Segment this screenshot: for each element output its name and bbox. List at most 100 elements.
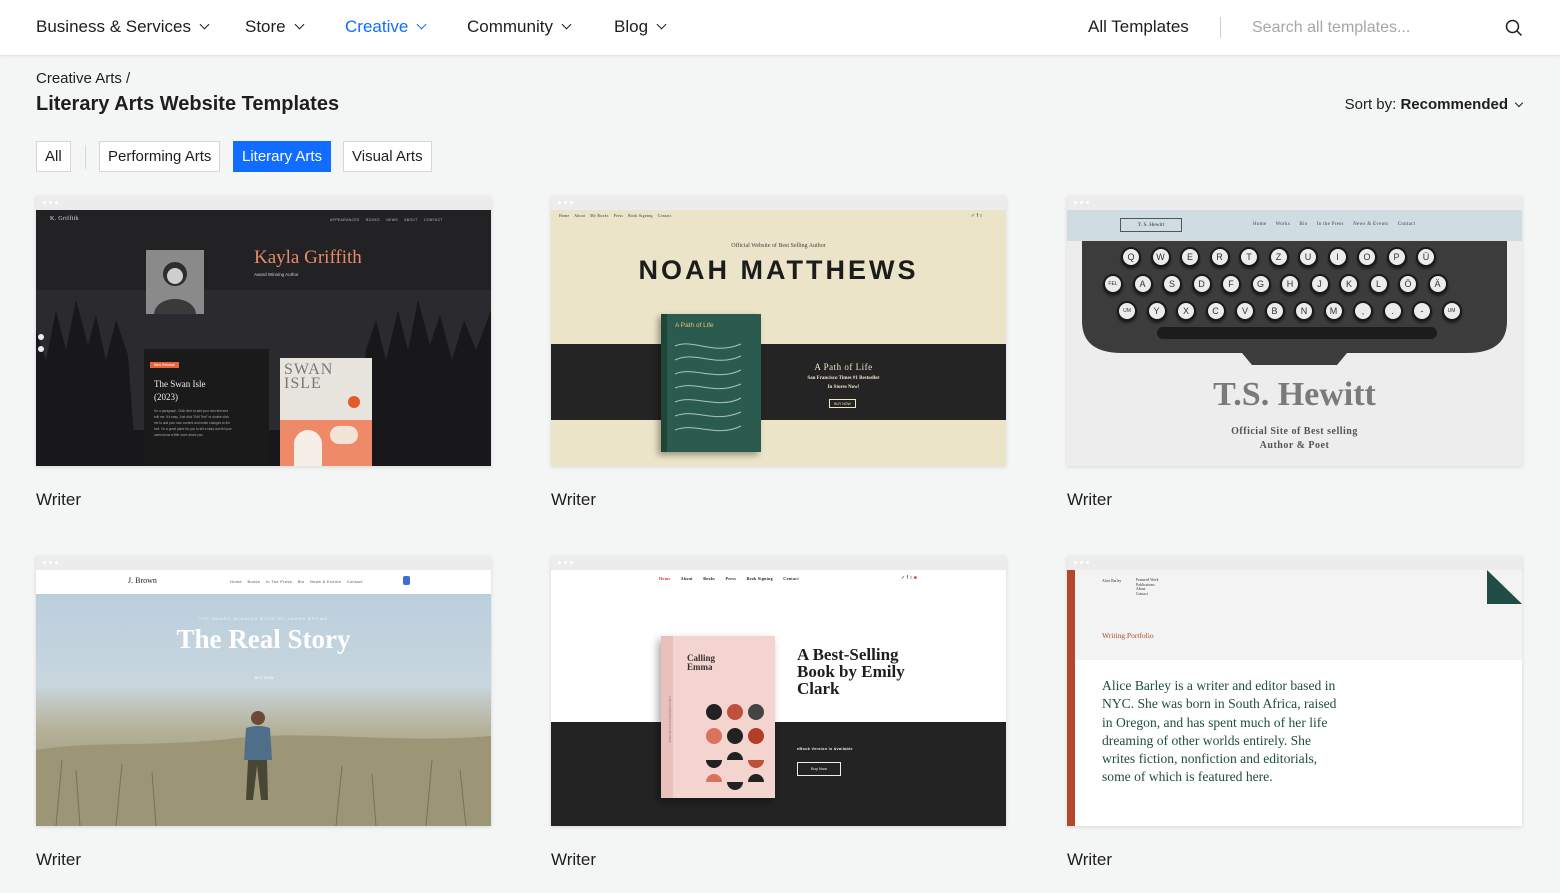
mini-nav-item: Contact xyxy=(1136,591,1148,596)
buy-now-button: BUY NOW xyxy=(254,675,274,680)
dark-band xyxy=(551,722,1006,826)
template-preview: K. Griffith APPEARANCES BOOKS NEWS ABOUT… xyxy=(36,210,491,466)
author-photo xyxy=(146,250,204,314)
mini-nav-item: News & Events xyxy=(1353,222,1389,227)
mini-nav-item: Home xyxy=(659,576,671,581)
dark-band xyxy=(551,344,1006,420)
typewriter-key: P xyxy=(1386,247,1407,267)
author-name: T.S. Hewitt xyxy=(1213,376,1376,413)
mini-nav-item: Book Signing xyxy=(746,576,773,581)
filter-divider xyxy=(85,145,86,169)
template-card[interactable]: T. S. Hewitt Home Works Bio In the Press… xyxy=(1067,196,1522,509)
filter-performing-arts[interactable]: Performing Arts xyxy=(99,141,221,172)
author-subtitle: Award Winning Author xyxy=(254,272,299,277)
nav-creative[interactable]: Creative xyxy=(345,17,427,37)
typewriter-key: D xyxy=(1191,274,1212,294)
typewriter-key: L xyxy=(1368,274,1389,294)
book-tagline: In Stores Now! xyxy=(827,385,860,390)
filter-visual-arts[interactable]: Visual Arts xyxy=(343,141,432,172)
nav-community[interactable]: Community xyxy=(467,17,572,37)
walking-man xyxy=(244,711,272,800)
chevron-down-icon xyxy=(561,19,572,30)
template-card[interactable]: K. Griffith APPEARANCES BOOKS NEWS ABOUT… xyxy=(36,196,491,509)
typewriter-key: H xyxy=(1280,274,1300,294)
filter-all[interactable]: All xyxy=(36,141,71,172)
filter-literary-arts[interactable]: Literary Arts xyxy=(233,141,332,172)
template-card[interactable]: Alice Barley Featured Work Publications … xyxy=(1067,556,1522,869)
book-tagline: San Francisco Times #1 Bestseller xyxy=(807,376,880,381)
author-name: Kayla Griffith xyxy=(254,247,362,268)
typewriter-key: Ü xyxy=(1416,247,1436,267)
author-subtitle: Author & Poet xyxy=(1259,440,1330,451)
hero-kicker: Official Website of Best Selling Author xyxy=(731,243,826,249)
book-spine-text: A Best-Selling Book by Emily Clark xyxy=(668,696,672,743)
nav-business-services[interactable]: Business & Services xyxy=(36,17,210,37)
typewriter-key: M xyxy=(1323,301,1344,321)
card-label: Writer xyxy=(36,850,82,869)
template-thumbnail[interactable]: J. Brown Home Books In The Press Bio New… xyxy=(36,556,491,826)
typewriter-key: K xyxy=(1339,274,1359,294)
mini-nav-item: Home xyxy=(230,579,242,584)
mini-logo: T. S. Hewitt xyxy=(1120,218,1182,232)
bio-text: Alice Barley is a writer and editor base… xyxy=(1102,678,1337,785)
sort-prefix: Sort by: xyxy=(1344,96,1397,113)
typewriter-key: Z xyxy=(1268,247,1289,267)
template-thumbnail[interactable]: T. S. Hewitt Home Works Bio In the Press… xyxy=(1067,196,1522,466)
chevron-down-icon xyxy=(1514,98,1524,108)
template-preview: Alice Barley Featured Work Publications … xyxy=(1067,570,1522,826)
search-input[interactable] xyxy=(1252,15,1492,41)
hero-kicker: THE AWARD-WINNING BOOK BY JAMES BROWN xyxy=(198,616,329,621)
new-release-badge: New Release xyxy=(150,362,179,368)
typewriter-key: UM xyxy=(1441,301,1462,321)
template-card[interactable]: Home About Books Press Book Signing Cont… xyxy=(551,556,1006,869)
mini-nav-item: About xyxy=(574,214,586,218)
template-preview: Home About Books Press Book Signing Cont… xyxy=(551,570,1006,826)
author-name: NOAH MATTHEWS xyxy=(638,255,919,285)
breadcrumb[interactable]: Creative Arts / xyxy=(36,70,130,87)
sort-dropdown[interactable]: Sort by: Recommended xyxy=(1344,96,1524,113)
typewriter-key: . xyxy=(1382,301,1403,321)
typewriter-key: Y xyxy=(1146,301,1167,321)
chevron-down-icon xyxy=(656,19,667,30)
card-label: Writer xyxy=(36,490,82,509)
typewriter-key: S xyxy=(1162,274,1182,294)
social-icons: ✓ f ○ xyxy=(971,213,983,219)
mini-nav-item: News & Events xyxy=(310,579,342,584)
template-thumbnail[interactable]: Home About My Books Press Book Signing C… xyxy=(551,196,1006,466)
buy-now-button: Buy Now xyxy=(797,762,841,776)
typewriter-key: A xyxy=(1132,274,1153,294)
template-card[interactable]: Home About My Books Press Book Signing C… xyxy=(551,196,1006,509)
typewriter-key: - xyxy=(1412,301,1432,321)
mini-nav-item: Contact xyxy=(783,576,799,581)
search-icon[interactable] xyxy=(1505,19,1523,37)
book-title: A Path of Life xyxy=(814,362,873,372)
template-thumbnail[interactable]: Home About Books Press Book Signing Cont… xyxy=(551,556,1006,826)
mini-nav-item: CONTACT xyxy=(424,218,443,222)
nav-label: Store xyxy=(245,17,286,36)
cover-title: A Path of Life xyxy=(675,322,714,329)
mini-nav-item: ABOUT xyxy=(404,218,418,222)
nav-label: Business & Services xyxy=(36,17,191,36)
template-card[interactable]: J. Brown Home Books In The Press Bio New… xyxy=(36,556,491,869)
mini-nav-item: Books xyxy=(247,579,261,584)
typewriter-key: U xyxy=(1298,247,1318,267)
all-templates-link[interactable]: All Templates xyxy=(1088,17,1189,37)
mini-nav-item: In The Press xyxy=(265,579,293,584)
hero-title: A Best-Selling Book by Emily Clark xyxy=(797,645,905,698)
nav-blog[interactable]: Blog xyxy=(614,17,667,37)
book-body: I'm a paragraph. Click here to add your … xyxy=(154,409,232,437)
cover-title: SWAN ISLE xyxy=(284,361,334,392)
mini-logo: J. Brown xyxy=(128,576,157,585)
mini-nav-item: Bio xyxy=(297,579,305,584)
browser-bar xyxy=(36,556,491,570)
mini-nav-item: In the Press xyxy=(1316,222,1344,227)
mini-nav-item: Works xyxy=(1275,222,1291,227)
browser-bar xyxy=(551,196,1006,210)
card-label: Writer xyxy=(551,850,597,869)
nav-store[interactable]: Store xyxy=(245,17,305,37)
browser-bar xyxy=(1067,556,1522,570)
top-navigation: Business & Services Store Creative Commu… xyxy=(0,0,1560,56)
template-thumbnail[interactable]: Alice Barley Featured Work Publications … xyxy=(1067,556,1522,826)
buy-now-button: BUY NOW xyxy=(829,399,856,408)
template-thumbnail[interactable]: K. Griffith APPEARANCES BOOKS NEWS ABOUT… xyxy=(36,196,491,466)
